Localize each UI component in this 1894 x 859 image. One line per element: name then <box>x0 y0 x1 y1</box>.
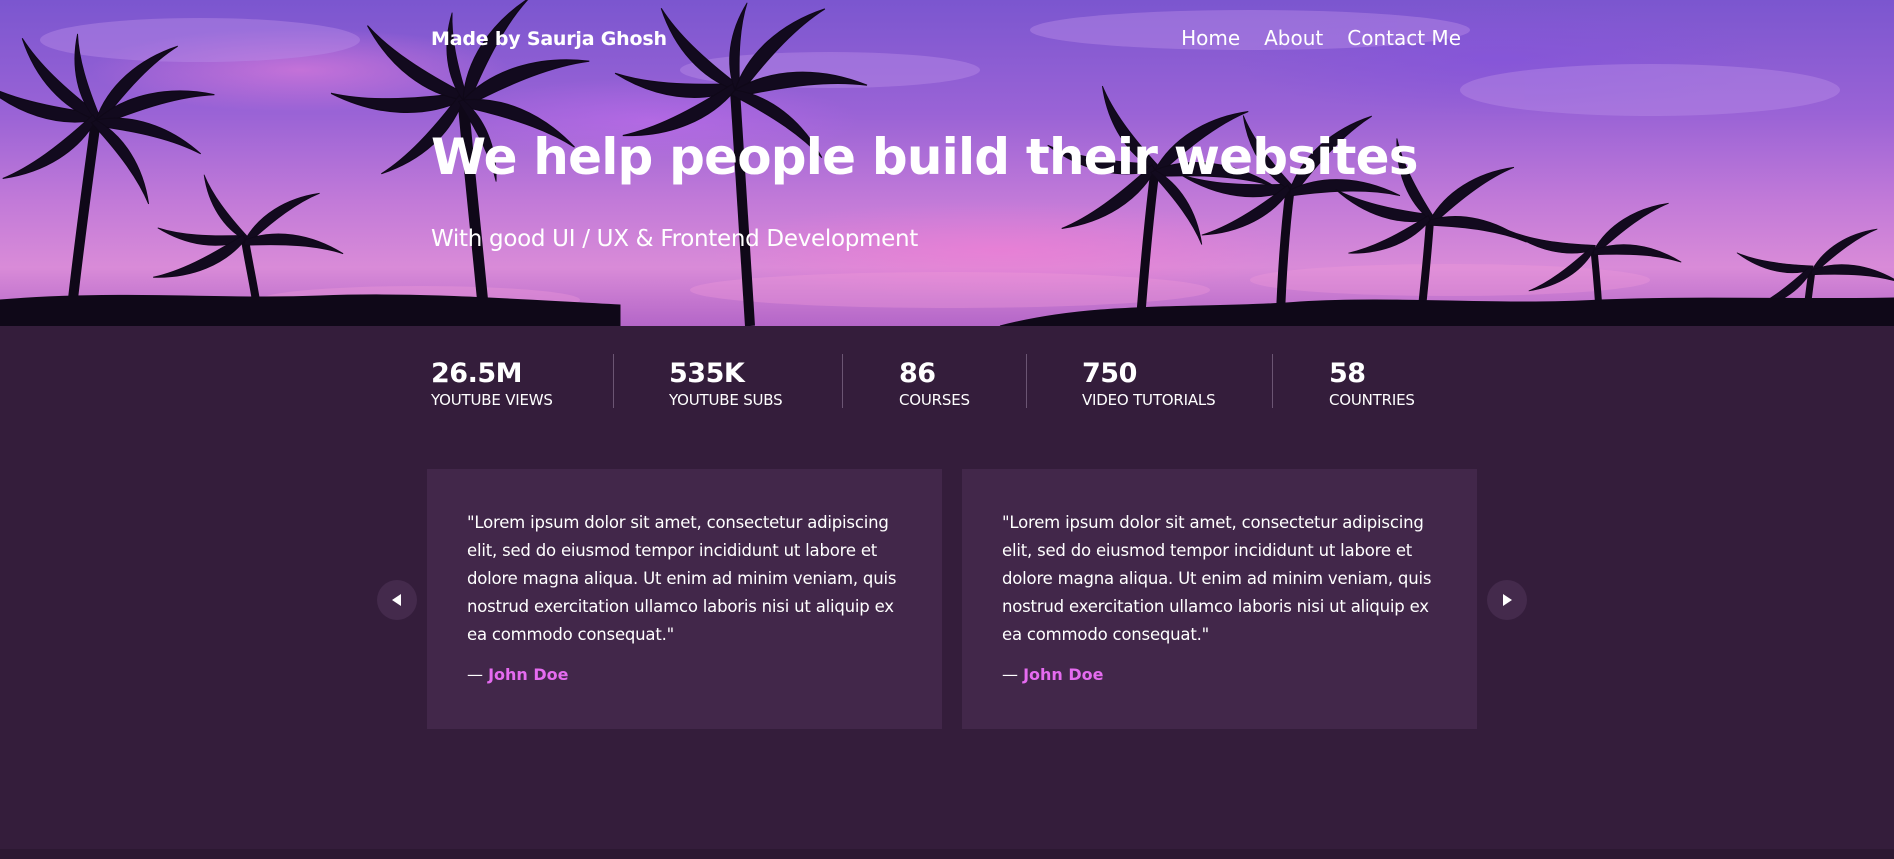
brand-logo[interactable]: Made by Saurja Ghosh <box>431 28 667 50</box>
testimonial-card: "Lorem ipsum dolor sit amet, consectetur… <box>962 469 1477 729</box>
stats-bar: 26.5M YOUTUBE VIEWS 535K YOUTUBE SUBS 86… <box>431 354 1449 410</box>
triangle-right-icon <box>1503 594 1512 606</box>
hero-title: We help people build their websites <box>431 128 1418 186</box>
stat-label: YOUTUBE SUBS <box>669 391 783 409</box>
stat-divider-wrap <box>1026 354 1082 410</box>
stat-value: 86 <box>899 358 936 389</box>
stat-divider-wrap <box>613 354 669 410</box>
hero-subtitle: With good UI / UX & Frontend Development <box>431 226 918 252</box>
stat-divider <box>613 354 614 408</box>
stat-divider <box>842 354 843 408</box>
footer-strip <box>0 849 1894 859</box>
stat-value: 26.5M <box>431 358 523 389</box>
hero-section: Made by Saurja Ghosh Home About Contact … <box>0 0 1894 326</box>
stat-divider <box>1026 354 1027 408</box>
testimonial-quote: "Lorem ipsum dolor sit amet, consectetur… <box>467 513 897 644</box>
testimonial-card: "Lorem ipsum dolor sit amet, consectetur… <box>427 469 942 729</box>
nav-about-link[interactable]: About <box>1264 26 1323 50</box>
testimonial-author: — John Doe <box>467 665 902 684</box>
stat-courses: 86 COURSES <box>899 354 1026 410</box>
stat-divider-wrap <box>842 354 899 410</box>
nav-links: Home About Contact Me <box>1181 26 1461 50</box>
author-name: John Doe <box>1023 665 1104 684</box>
carousel-next-button[interactable] <box>1487 580 1527 620</box>
nav-contact-link[interactable]: Contact Me <box>1347 26 1461 50</box>
stat-video-tutorials: 750 VIDEO TUTORIALS <box>1082 354 1272 410</box>
triangle-left-icon <box>392 594 401 606</box>
stat-value: 58 <box>1329 358 1366 389</box>
stat-youtube-subs: 535K YOUTUBE SUBS <box>669 354 842 410</box>
author-dash: — <box>1002 665 1018 684</box>
testimonial-quote: "Lorem ipsum dolor sit amet, consectetur… <box>1002 513 1432 644</box>
stat-divider <box>1272 354 1273 408</box>
stat-label: YOUTUBE VIEWS <box>431 391 553 409</box>
stat-label: VIDEO TUTORIALS <box>1082 391 1216 409</box>
stat-youtube-views: 26.5M YOUTUBE VIEWS <box>431 354 613 410</box>
testimonial-author: — John Doe <box>1002 665 1437 684</box>
stat-countries: 58 COUNTRIES <box>1329 354 1449 410</box>
stat-divider-wrap <box>1272 354 1329 410</box>
top-navbar: Made by Saurja Ghosh Home About Contact … <box>431 22 1461 58</box>
author-name: John Doe <box>488 665 569 684</box>
stat-value: 750 <box>1082 358 1137 389</box>
testimonial-carousel: "Lorem ipsum dolor sit amet, consectetur… <box>377 469 1527 729</box>
nav-home-link[interactable]: Home <box>1181 26 1240 50</box>
stat-value: 535K <box>669 358 745 389</box>
stat-label: COUNTRIES <box>1329 391 1415 409</box>
stat-label: COURSES <box>899 391 970 409</box>
author-dash: — <box>467 665 483 684</box>
carousel-prev-button[interactable] <box>377 580 417 620</box>
